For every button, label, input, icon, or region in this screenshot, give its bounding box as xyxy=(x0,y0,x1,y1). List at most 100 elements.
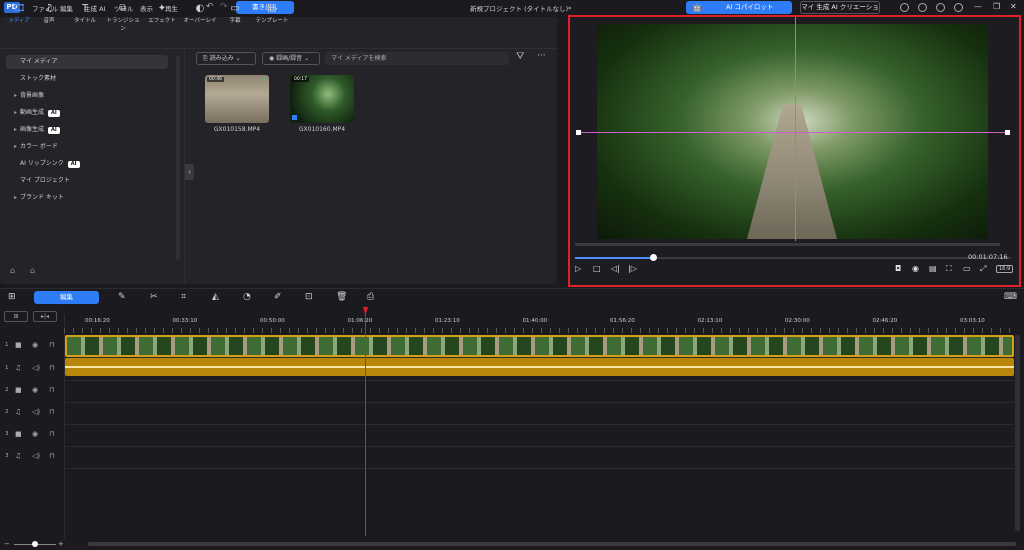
lock-icon[interactable]: ⊓ xyxy=(49,364,54,372)
sidebar-item[interactable]: AI リップシンク AI xyxy=(6,157,168,171)
volume-icon[interactable]: ◁) xyxy=(32,452,40,460)
project-title: 新規プロジェクト (タイトルなし)* xyxy=(470,5,572,13)
audio-clip[interactable] xyxy=(65,358,1014,376)
zoom-fit-icon[interactable]: ⛶ xyxy=(946,264,952,274)
notification-icon[interactable] xyxy=(936,3,945,12)
sidebar-item[interactable]: ▸ 動画生成 AI xyxy=(6,106,168,120)
close-icon[interactable]: ✕ xyxy=(1010,2,1017,11)
fullscreen-icon[interactable]: ⤢ xyxy=(980,264,986,274)
transform-handle-right[interactable] xyxy=(1005,130,1010,135)
split-icon[interactable]: ✂ xyxy=(150,291,158,303)
media-duration: 00:17 xyxy=(292,77,309,82)
tab-5[interactable]: ◐ オーバーレイ xyxy=(183,4,217,30)
crop-icon[interactable]: ⌗ xyxy=(181,291,186,303)
playhead-line[interactable] xyxy=(365,314,366,536)
record-dropdown[interactable]: ◉ 録画/録音 ⌄ xyxy=(262,52,320,65)
video-clip[interactable] xyxy=(65,335,1014,357)
add-track-icon[interactable]: ⊞ xyxy=(4,311,28,322)
edit-clip-icon[interactable]: ✐ xyxy=(274,291,282,303)
fit-timeline-icon[interactable]: ▸|◂ xyxy=(33,311,57,322)
sidebar-item[interactable]: ▸ ブランド キット xyxy=(6,191,168,205)
lock-icon[interactable]: ⊓ xyxy=(49,452,54,460)
pen-icon[interactable]: ✎ xyxy=(118,291,126,303)
visibility-icon[interactable]: ◉ xyxy=(32,430,38,438)
lock-icon[interactable]: ⊓ xyxy=(49,408,54,416)
minimize-icon[interactable]: — xyxy=(974,2,982,11)
help-icon[interactable] xyxy=(918,3,927,12)
ruler-ticks[interactable] xyxy=(64,328,1014,333)
visibility-icon[interactable]: ◉ xyxy=(32,341,38,349)
tab-3[interactable]: ⧉ トランジション xyxy=(106,3,140,33)
sidebar-item[interactable]: マイ メディア xyxy=(6,55,168,69)
account-icon[interactable] xyxy=(954,3,963,12)
transform-handle-left[interactable] xyxy=(576,130,581,135)
quality-icon[interactable]: ◉ xyxy=(912,264,919,273)
media-search-input[interactable]: マイ メディアを検索 xyxy=(325,52,509,65)
timeline-horizontal-scrollbar[interactable] xyxy=(88,542,1016,546)
export-clip-icon[interactable]: ⎙ xyxy=(367,291,374,303)
ai-creation-button[interactable]: マイ 生成 AI クリエーション xyxy=(800,1,880,22)
lock-icon[interactable]: ⊓ xyxy=(49,430,54,438)
subtitle-icon[interactable]: ▤ xyxy=(929,264,937,273)
lock-icon[interactable]: ⊓ xyxy=(49,386,54,394)
media-thumbnail[interactable]: 00:46 ✓ xyxy=(205,75,269,123)
tab-icon: ⧉ xyxy=(119,3,127,14)
sidebar-item[interactable]: ▸ 背景画像 xyxy=(6,89,168,103)
flip-icon[interactable]: ◭ xyxy=(212,291,219,303)
filter-icon[interactable]: ⛛ xyxy=(516,51,524,62)
play-icon[interactable]: ▷ xyxy=(575,264,581,273)
tab-0[interactable]: 🎞 メディア xyxy=(2,4,36,30)
ai-copilot-button[interactable]: 🤖 AI コパイロット xyxy=(686,1,792,14)
tab-icon: 🎞 xyxy=(13,3,26,14)
zoom-out-icon[interactable]: − xyxy=(4,540,10,548)
settings-icon[interactable] xyxy=(900,3,909,12)
import-dropdown[interactable]: ⎘ 読み込み ⌄ xyxy=(196,52,256,65)
preview-timecode: 00:01:07:16 xyxy=(968,253,1008,261)
safe-area-icon[interactable]: ▭ xyxy=(963,264,971,273)
preview-scrollbar[interactable] xyxy=(575,243,1000,246)
timeline-vertical-scrollbar[interactable] xyxy=(1015,335,1020,531)
timeline-view-icon[interactable]: ⊞ xyxy=(8,291,16,303)
tab-1[interactable]: ♫ 音声 xyxy=(32,4,66,30)
prev-frame-icon[interactable]: ◁| xyxy=(611,264,620,273)
sidebar-item[interactable]: ストック素材 xyxy=(6,72,168,86)
guide-line-horizontal[interactable] xyxy=(578,132,1008,133)
video-track-icon: ■ xyxy=(15,386,22,394)
video-track-icon: ■ xyxy=(15,430,22,438)
speed-icon[interactable]: ◔ xyxy=(243,291,251,303)
volume-icon[interactable]: ◁) xyxy=(32,364,40,372)
keyboard-icon[interactable]: ⌨ xyxy=(1004,291,1017,303)
tab-4[interactable]: ✦ エフェクト xyxy=(145,4,179,30)
zoom-in-icon[interactable]: + xyxy=(58,540,64,548)
sidebar-item[interactable]: ▸ カラー ボード xyxy=(6,140,168,154)
tab-icon: ♫ xyxy=(44,3,54,14)
edit-button[interactable]: 編集 xyxy=(34,291,99,304)
volume-icon[interactable]: ◁) xyxy=(32,408,40,416)
tab-2[interactable]: T タイトル xyxy=(68,4,102,30)
stabilize-icon[interactable]: ⊡ xyxy=(305,291,313,303)
visibility-icon[interactable]: ◉ xyxy=(32,386,38,394)
maximize-icon[interactable]: ❐ xyxy=(993,2,1000,11)
sidebar-scrollbar[interactable] xyxy=(176,55,180,260)
ruler-label: 01:40:00 xyxy=(522,318,548,324)
delete-icon[interactable]: 🗑 xyxy=(336,291,347,303)
tab-7[interactable]: ▤ テンプレート xyxy=(255,4,289,30)
tag-add-icon[interactable]: ⌂ xyxy=(10,266,15,275)
in-use-icon xyxy=(292,115,297,120)
snapshot-icon[interactable]: ◘ xyxy=(895,264,901,273)
sidebar-item-label: 画像生成 xyxy=(20,126,45,133)
robot-icon: 🤖 xyxy=(692,3,702,12)
collapse-sidebar-icon[interactable]: ‹ xyxy=(185,164,194,180)
tab-6[interactable]: ▭ 字幕 xyxy=(218,4,252,30)
next-frame-icon[interactable]: |▷ xyxy=(628,264,637,273)
zoom-slider-handle[interactable] xyxy=(32,541,38,547)
aspect-ratio-button[interactable]: 16:9 xyxy=(996,265,1014,273)
lock-icon[interactable]: ⊓ xyxy=(49,341,54,349)
tag-remove-icon[interactable]: ⌂ xyxy=(30,266,35,275)
sidebar-item[interactable]: ▸ 画像生成 AI xyxy=(6,123,168,137)
stop-icon[interactable]: □ xyxy=(593,264,601,273)
sidebar-item[interactable]: マイ プロジェクト xyxy=(6,174,168,188)
guide-line-vertical[interactable] xyxy=(795,17,796,241)
media-thumbnail[interactable]: 00:17 xyxy=(290,75,354,123)
more-options-icon[interactable]: ··· xyxy=(537,51,546,61)
